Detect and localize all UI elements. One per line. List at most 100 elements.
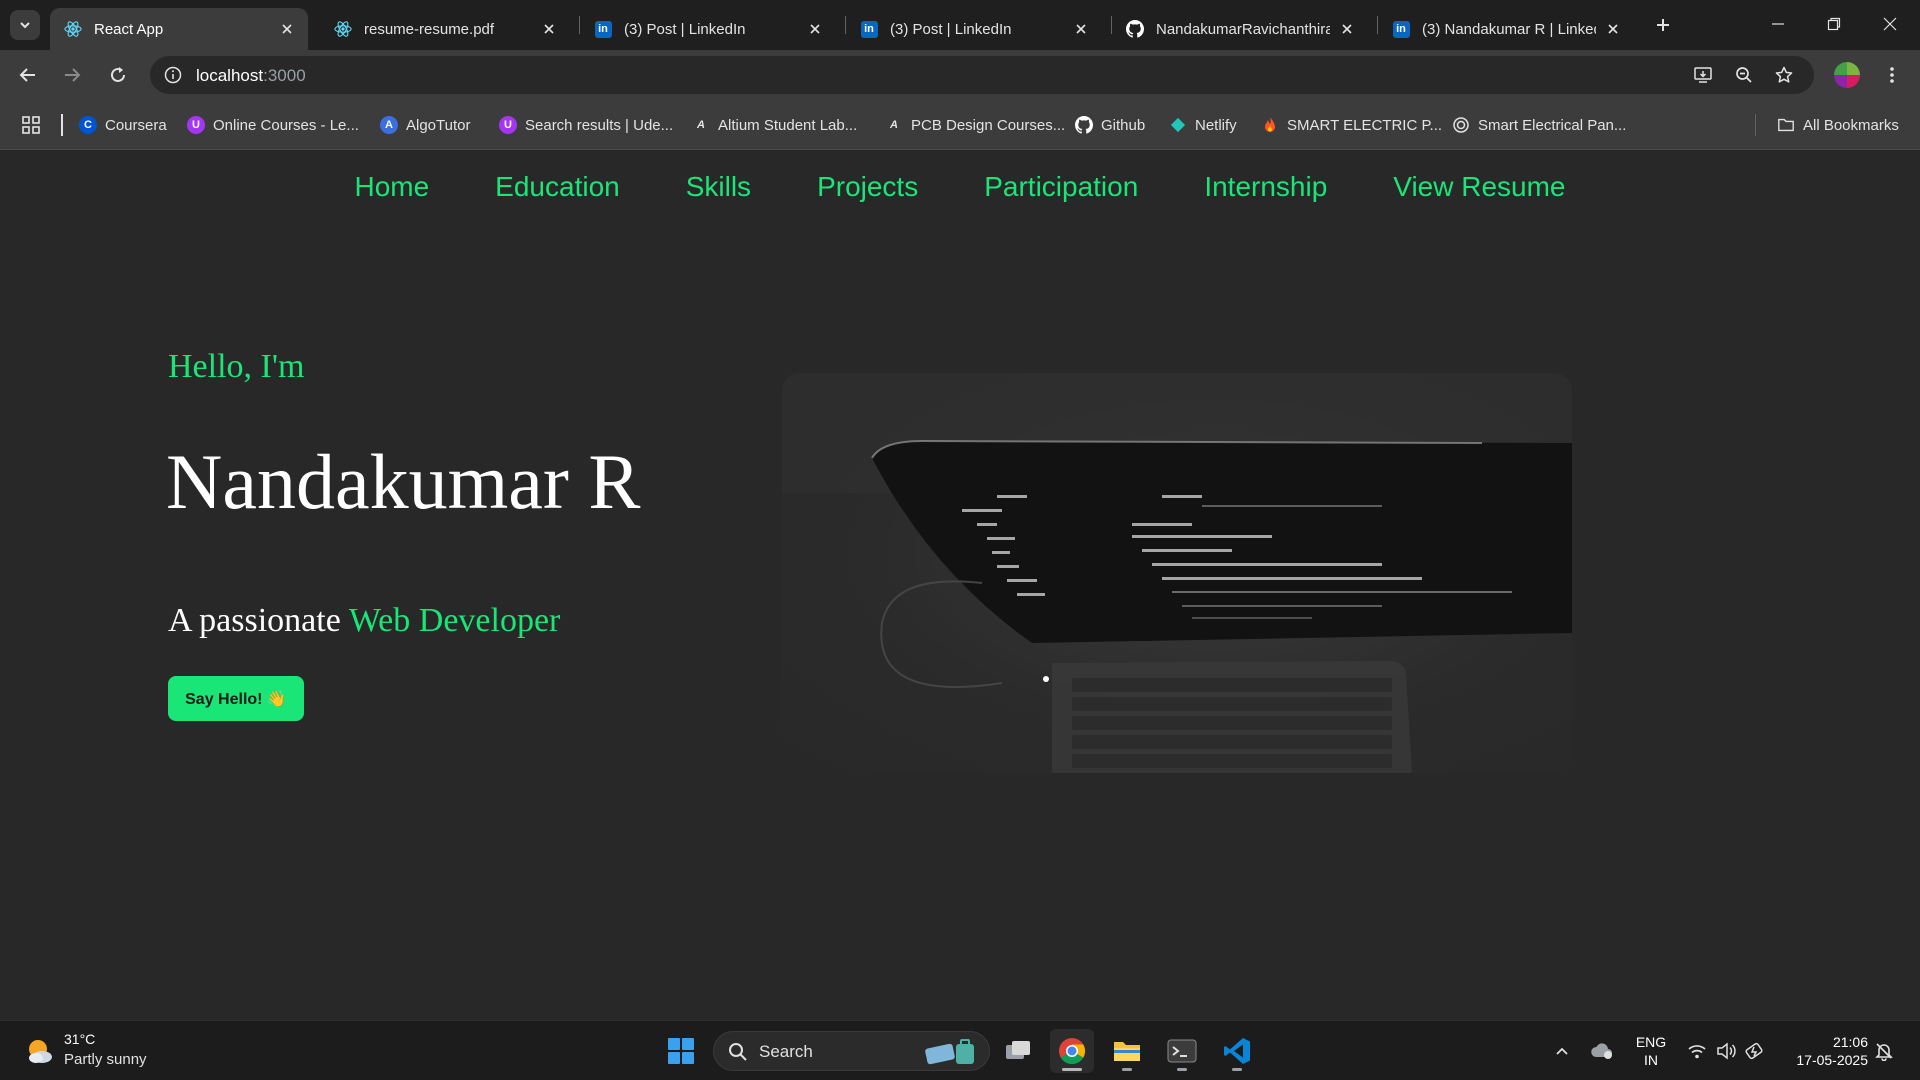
close-icon[interactable]	[1338, 20, 1356, 38]
all-bookmarks-button[interactable]: All Bookmarks	[1777, 112, 1899, 138]
nav-skills[interactable]: Skills	[686, 171, 751, 203]
running-indicator	[1062, 1068, 1082, 1071]
tab-title: (3) Post | LinkedIn	[624, 20, 746, 38]
terminal-icon	[1167, 1039, 1197, 1063]
tab-linkedin-profile[interactable]: in (3) Nandakumar R | LinkedIn	[1378, 8, 1634, 50]
notifications-icon[interactable]	[1872, 1039, 1896, 1063]
plus-icon	[1657, 19, 1669, 31]
zoom-icon[interactable]	[1731, 62, 1757, 88]
volume-icon[interactable]	[1714, 1039, 1738, 1063]
hero-greeting: Hello, I'm	[168, 348, 305, 385]
nav-projects[interactable]: Projects	[817, 171, 918, 203]
apps-grid-icon[interactable]	[20, 114, 42, 136]
forward-button[interactable]	[56, 59, 88, 91]
nav-participation[interactable]: Participation	[984, 171, 1138, 203]
tab-linkedin-post-2[interactable]: in (3) Post | LinkedIn	[846, 8, 1102, 50]
bookmark-udemy-search[interactable]: U Search results | Ude...	[499, 112, 673, 138]
taskbar-file-explorer[interactable]	[1105, 1029, 1149, 1073]
close-icon[interactable]	[278, 20, 296, 38]
running-indicator	[1177, 1068, 1187, 1071]
tab-linkedin-post-1[interactable]: in (3) Post | LinkedIn	[580, 8, 836, 50]
input-language[interactable]: ENG IN	[1634, 1033, 1668, 1069]
url-port: :3000	[263, 66, 306, 85]
say-hello-button[interactable]: Say Hello! 👋	[168, 676, 304, 721]
onedrive-tray-icon[interactable]	[1590, 1039, 1614, 1063]
address-bar[interactable]: localhost:3000	[150, 56, 1814, 94]
wifi-icon[interactable]	[1685, 1039, 1709, 1063]
tab-search-button[interactable]	[10, 10, 40, 40]
window-close-button[interactable]	[1864, 0, 1916, 48]
minimize-button[interactable]	[1752, 0, 1804, 48]
bookmark-smart-electric[interactable]: SMART ELECTRIC P...	[1261, 112, 1442, 138]
taskbar-terminal[interactable]	[1160, 1029, 1204, 1073]
reload-button[interactable]	[102, 59, 134, 91]
all-bookmarks-label: All Bookmarks	[1803, 116, 1899, 134]
arrow-left-icon	[19, 68, 35, 82]
partly-sunny-icon	[29, 1040, 52, 1063]
running-indicator	[1122, 1068, 1132, 1071]
nav-view-resume[interactable]: View Resume	[1393, 171, 1565, 203]
tab-title: (3) Post | LinkedIn	[890, 20, 1012, 38]
system-clock[interactable]: 21:06 17-05-2025	[1780, 1033, 1868, 1069]
bookmark-online-courses[interactable]: U Online Courses - Le...	[187, 112, 359, 138]
github-icon	[1126, 20, 1144, 38]
install-app-icon[interactable]	[1690, 62, 1716, 88]
flame-icon	[1261, 116, 1279, 134]
tab-title: React App	[94, 20, 164, 38]
bookmark-netlify[interactable]: Netlify	[1169, 112, 1237, 138]
close-icon[interactable]	[806, 20, 824, 38]
nav-home[interactable]: Home	[354, 171, 429, 203]
coursera-icon: C	[79, 116, 97, 134]
folder-icon	[1777, 116, 1795, 134]
bookmark-smart-electrical-panel[interactable]: Smart Electrical Pan...	[1452, 112, 1626, 138]
algotutor-icon: A	[380, 116, 398, 134]
weather-temp[interactable]: 31°C	[64, 1031, 95, 1047]
bookmark-star-icon[interactable]	[1771, 62, 1797, 88]
profile-avatar[interactable]	[1834, 62, 1860, 88]
battery-charging-icon[interactable]	[1743, 1039, 1767, 1063]
taskbar-search[interactable]: Search	[713, 1031, 990, 1071]
tab-resume-pdf[interactable]: resume-resume.pdf	[320, 8, 570, 50]
bookmark-divider	[1755, 114, 1756, 136]
close-icon[interactable]	[540, 20, 558, 38]
chrome-icon	[1059, 1038, 1086, 1065]
taskbar-vscode[interactable]	[1215, 1029, 1259, 1073]
linkedin-icon: in	[860, 20, 878, 38]
tab-github[interactable]: NandakumarRavichanthiran	[1112, 8, 1368, 50]
chevron-up-icon	[1556, 1047, 1568, 1055]
start-button[interactable]	[659, 1029, 703, 1073]
bookmark-github[interactable]: Github	[1075, 112, 1145, 138]
url-text: localhost:3000	[196, 66, 306, 86]
task-view-button[interactable]	[996, 1029, 1040, 1073]
lang-line2: IN	[1644, 1052, 1658, 1068]
hero-name: Nandakumar R	[166, 438, 641, 525]
nav-internship[interactable]: Internship	[1204, 171, 1327, 203]
close-icon[interactable]	[1604, 20, 1622, 38]
task-view-icon	[1006, 1041, 1030, 1059]
more-vert-icon	[1890, 67, 1894, 83]
react-icon	[334, 20, 352, 38]
weather-desc[interactable]: Partly sunny	[64, 1051, 147, 1068]
bookmark-altium[interactable]: A Altium Student Lab...	[692, 112, 857, 138]
back-button[interactable]	[12, 59, 44, 91]
taskbar-chrome[interactable]	[1050, 1029, 1094, 1073]
vscode-icon	[1224, 1038, 1250, 1064]
bookmark-pcb-design[interactable]: A PCB Design Courses...	[885, 112, 1065, 138]
site-nav: Home Education Skills Projects Participation…	[0, 171, 1920, 203]
netlify-icon	[1169, 116, 1187, 134]
bookmark-algotutor[interactable]: A AlgoTutor	[380, 112, 470, 138]
bookmark-label: Coursera	[105, 116, 167, 134]
menu-button[interactable]	[1876, 59, 1908, 91]
bookmark-label: Altium Student Lab...	[718, 116, 858, 134]
linkedin-icon: in	[1392, 20, 1410, 38]
tab-react-app[interactable]: React App	[50, 8, 308, 50]
nav-education[interactable]: Education	[495, 171, 620, 203]
react-icon	[64, 20, 82, 38]
new-tab-button[interactable]	[1650, 12, 1676, 38]
close-icon[interactable]	[1072, 20, 1090, 38]
bookmark-coursera[interactable]: C Coursera	[79, 112, 167, 138]
restore-button[interactable]	[1808, 0, 1860, 48]
bookmark-label: Github	[1101, 116, 1146, 134]
info-icon[interactable]	[160, 62, 186, 88]
show-hidden-icons-button[interactable]	[1550, 1039, 1574, 1063]
